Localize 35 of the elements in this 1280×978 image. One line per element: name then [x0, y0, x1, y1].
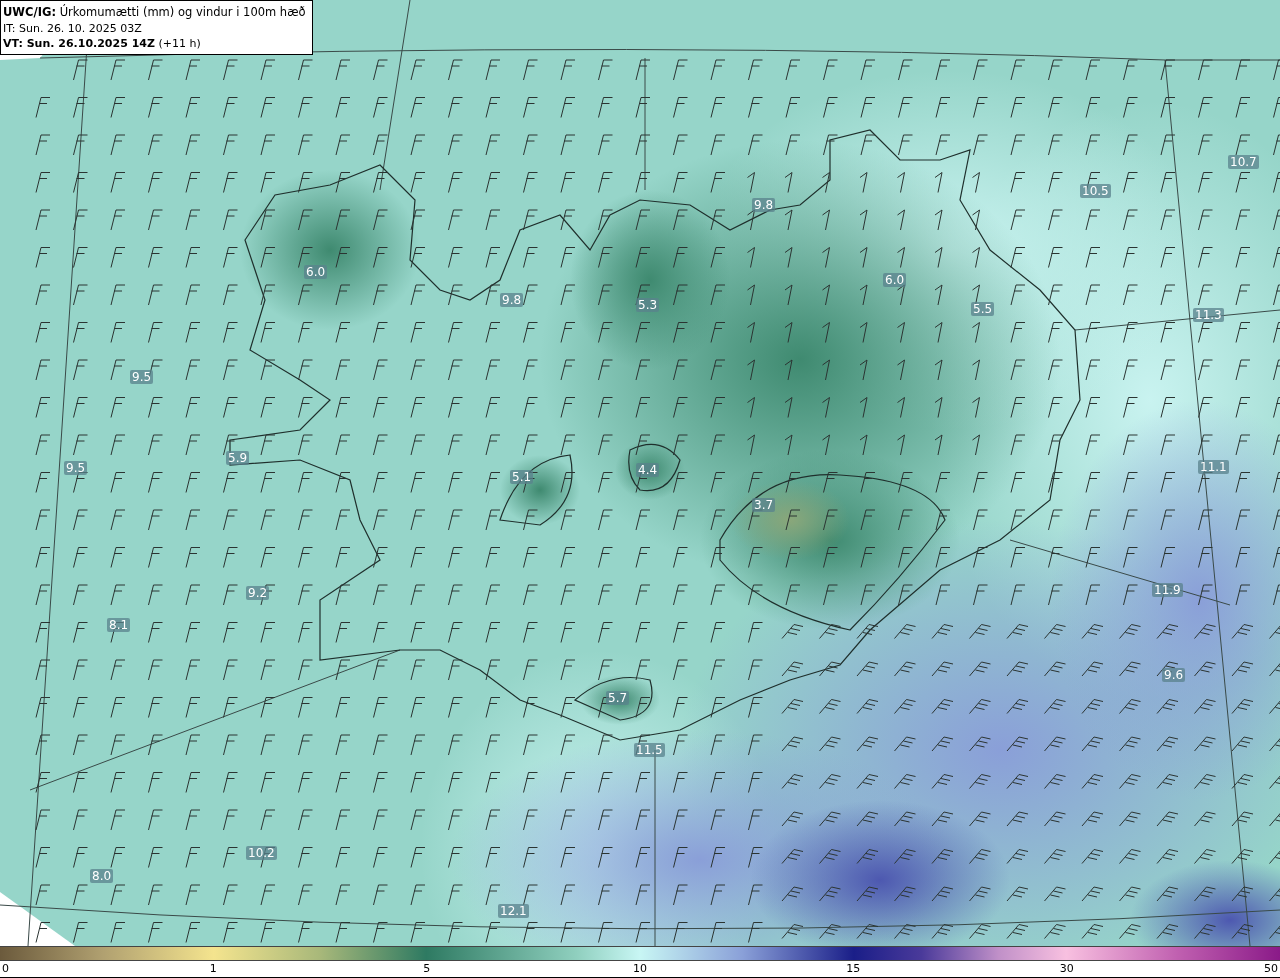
precipitation-value: 12.1 — [498, 904, 529, 918]
precipitation-value: 8.1 — [107, 618, 131, 632]
precipitation-value: 10.7 — [1228, 155, 1259, 169]
precipitation-value: 11.5 — [634, 743, 665, 757]
colorbar-tick-label: 1 — [209, 962, 217, 977]
precipitation-value: 5.5 — [971, 302, 995, 316]
map-title: UWC/IG: Úrkomumætti (mm) og vindur i 100m hæð — [3, 4, 306, 21]
valid-time: VT: Sun. 26.10.2025 14Z (+11 h) — [3, 36, 202, 51]
colorbar-tick-label: 30 — [1059, 962, 1074, 977]
precipitation-value: 5.9 — [226, 451, 250, 465]
precipitation-value: 11.3 — [1193, 308, 1224, 322]
precipitation-value: 10.5 — [1080, 184, 1111, 198]
precipitation-value: 11.9 — [1152, 583, 1183, 597]
precipitation-value: 6.0 — [883, 273, 907, 287]
precipitation-value: 11.1 — [1198, 460, 1229, 474]
precipitation-value: 9.8 — [500, 293, 524, 307]
colorbar-tick-label: 10 — [633, 962, 647, 977]
colorbar-tick-label: 0 — [2, 962, 9, 977]
precipitation-value: 9.2 — [246, 586, 270, 600]
issue-time: IT: Sun. 26. 10. 2025 03Z — [3, 21, 143, 36]
precipitation-value: 5.7 — [606, 691, 630, 705]
precipitation-value: 8.0 — [90, 869, 114, 883]
precipitation-value: 9.6 — [1162, 668, 1186, 682]
precipitation-value: 4.4 — [636, 463, 660, 477]
colorbar-tick-label: 15 — [846, 962, 861, 977]
precipitation-value: 10.2 — [246, 846, 277, 860]
precipitation-value: 5.1 — [510, 470, 534, 484]
precipitation-value: 9.5 — [64, 461, 88, 475]
colorbar-tick-label: 5 — [423, 962, 431, 977]
precipitation-value: 6.0 — [304, 265, 328, 279]
precipitation-value: 9.8 — [752, 198, 776, 212]
precipitation-value: 9.5 — [130, 370, 154, 384]
precipitation-value: 3.7 — [752, 498, 776, 512]
precipitation-value: 5.3 — [636, 298, 660, 312]
colorbar-tick-label: 50 — [1264, 962, 1278, 977]
